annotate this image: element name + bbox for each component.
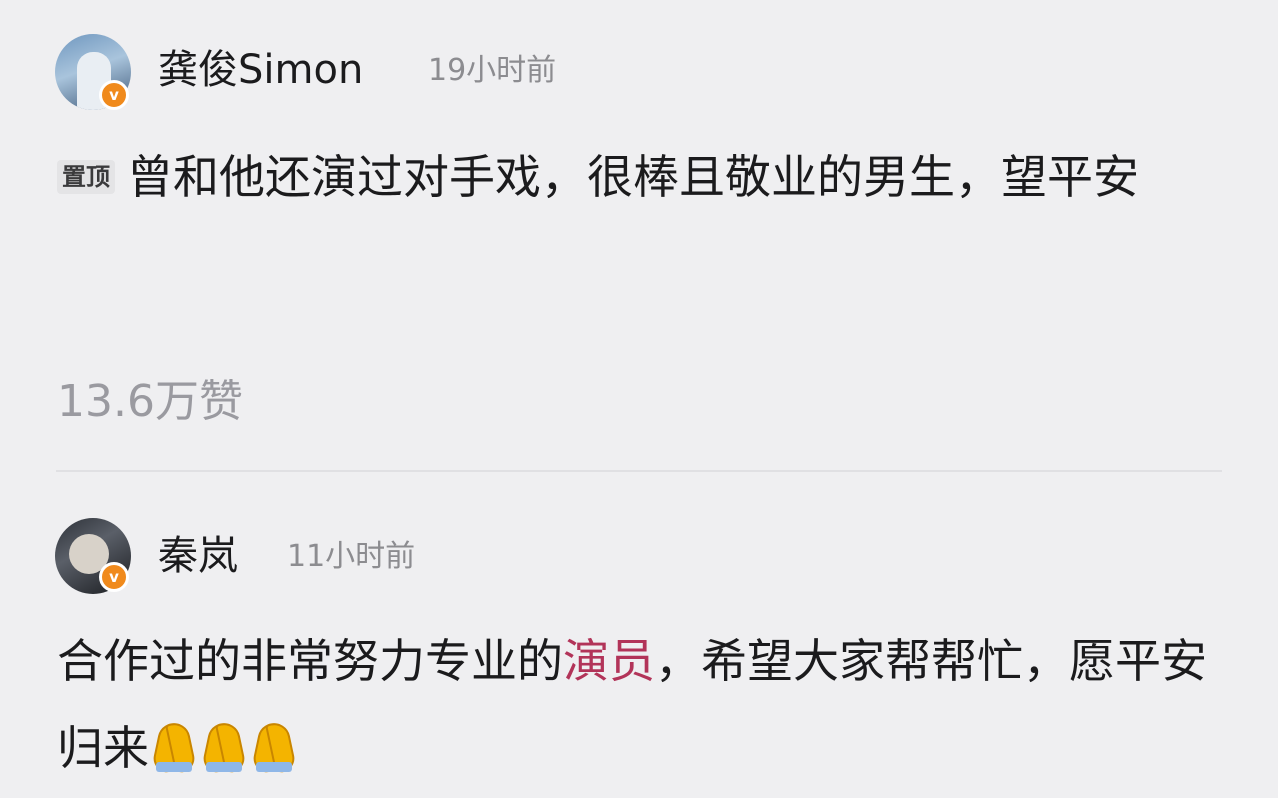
comment-timestamp: 19小时前 bbox=[428, 53, 557, 88]
folded-hands-icon bbox=[249, 705, 299, 792]
comment-item: v 龚俊Simon 19小时前 置顶 曾和他还演过对手戏，很棒且敬业的男生，望平安… bbox=[0, 0, 1278, 472]
comment-text-content: 曾和他还演过对手戏，很棒且敬业的男生，望平安 bbox=[127, 150, 1139, 204]
verified-badge-icon: v bbox=[99, 562, 129, 592]
like-count[interactable]: 13.6万赞 bbox=[57, 380, 243, 424]
comment-item: v 秦岚 11小时前 合作过的非常努力专业的演员，希望大家帮帮忙，愿平安归来 bbox=[0, 472, 1278, 798]
highlighted-text[interactable]: 演员 bbox=[563, 634, 655, 688]
verified-badge-icon: v bbox=[99, 80, 129, 110]
comment-text-part: 合作过的非常努力专业的 bbox=[57, 634, 563, 688]
comment-text: 合作过的非常努力专业的演员，希望大家帮帮忙，愿平安归来 bbox=[57, 618, 1227, 792]
comment-timestamp: 11小时前 bbox=[287, 539, 416, 574]
comment-text: 置顶 曾和他还演过对手戏，很棒且敬业的男生，望平安 bbox=[57, 134, 1227, 221]
pinned-badge: 置顶 bbox=[57, 160, 115, 195]
comment-username[interactable]: 秦岚 bbox=[158, 536, 238, 576]
folded-hands-icon bbox=[149, 705, 199, 792]
comment-username[interactable]: 龚俊Simon bbox=[158, 50, 363, 90]
folded-hands-icon bbox=[199, 705, 249, 792]
